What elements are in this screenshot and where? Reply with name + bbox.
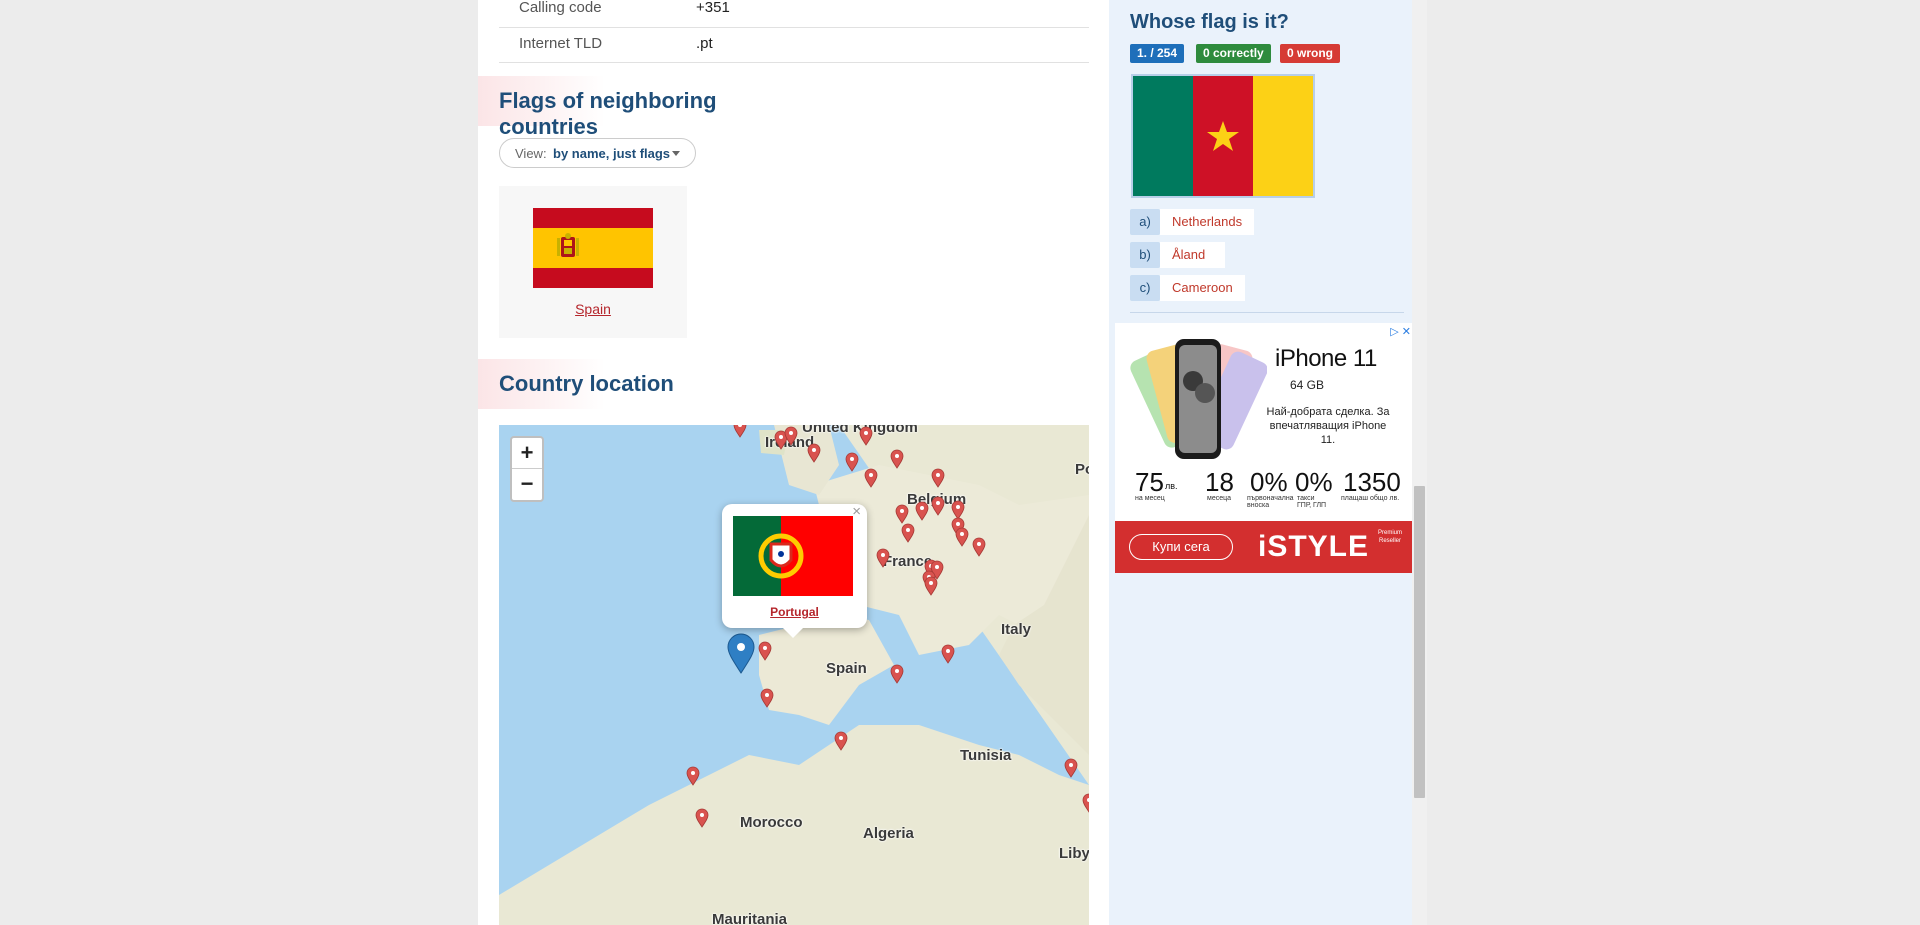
info-key: Internet TLD	[519, 35, 603, 52]
map-popup: × Portugal	[722, 503, 867, 638]
info-row-tld: Internet TLD .pt	[499, 27, 1089, 63]
map-pin-icon[interactable]	[1082, 793, 1089, 813]
ad-reseller: Premium Reseller	[1377, 530, 1402, 544]
ad-fee-note: такси ГПР, ГЛП	[1297, 495, 1327, 509]
map-pin-icon[interactable]	[760, 688, 774, 708]
ad-headline: iPhone 11	[1275, 345, 1377, 373]
info-row-calling-code: Calling code +351	[499, 0, 1089, 28]
phone-image	[1130, 339, 1267, 459]
map-pin-icon[interactable]	[758, 641, 772, 661]
map-pin-icon[interactable]	[864, 468, 878, 488]
view-dropdown[interactable]: View: by name, just flags	[499, 138, 696, 168]
ad-close-icon[interactable]: ▷ ✕	[1390, 325, 1411, 338]
map-pin-icon[interactable]	[972, 537, 986, 557]
answer-letter: a)	[1130, 209, 1160, 235]
map-pin-icon[interactable]	[931, 496, 945, 516]
map-pin-icon[interactable]	[1064, 758, 1078, 778]
map-pin-icon[interactable]	[807, 443, 821, 463]
map-pin-icon[interactable]	[955, 527, 969, 547]
section-title: Flags of neighboring countries	[499, 88, 717, 139]
map-pin-icon[interactable]	[686, 766, 700, 786]
neighbor-flag-card[interactable]: Spain	[499, 186, 687, 338]
chevron-down-icon	[672, 151, 680, 156]
ad-monthly-price: 75	[1135, 467, 1164, 497]
map-pin-icon[interactable]	[859, 426, 873, 446]
map-pin-icon[interactable]	[941, 644, 955, 664]
scrollbar-thumb[interactable]	[1414, 486, 1425, 798]
info-value: +351	[696, 0, 730, 16]
info-value: .pt	[696, 35, 713, 52]
selected-location-marker[interactable]	[726, 633, 756, 675]
ad-brand: iSTYLE	[1258, 530, 1370, 563]
ad-monthly-unit: лв.	[1165, 481, 1178, 491]
map-pin-icon[interactable]	[890, 449, 904, 469]
map-pin-icon[interactable]	[924, 576, 938, 596]
ad-cta-bar: Купи сега iSTYLE Premium Reseller	[1115, 521, 1415, 573]
divider	[1130, 312, 1404, 313]
map-pin-icon[interactable]	[845, 452, 859, 472]
map-pin-icon[interactable]	[951, 500, 965, 520]
view-label: View:	[515, 146, 547, 161]
ad-storage: 64 GB	[1290, 378, 1325, 392]
ad-down-note: първоначална вноска	[1247, 495, 1294, 509]
progress-badge: 1. / 254	[1130, 44, 1185, 63]
ad-monthly-note: на месец	[1135, 495, 1165, 502]
map-pin-icon[interactable]	[931, 468, 945, 488]
answer-letter: b)	[1130, 242, 1160, 268]
ad-down-payment: 0%	[1250, 467, 1288, 497]
sidebar: Whose flag is it? 1. / 254 0 correctly 0…	[1109, 0, 1427, 925]
map-pin-icon[interactable]	[695, 808, 709, 828]
ad-total: 1350	[1343, 467, 1401, 497]
spain-flag-icon[interactable]	[533, 208, 653, 288]
info-key: Calling code	[519, 0, 602, 16]
answer-text: Netherlands	[1160, 209, 1255, 235]
advertisement-banner[interactable]: ▷ ✕ iPhone 11 64 GB Най-добрата сделка. …	[1115, 323, 1415, 573]
map-pin-icon[interactable]	[876, 548, 890, 568]
ad-total-note: плащаш общо лв.	[1341, 495, 1400, 502]
wrong-badge: 0 wrong	[1280, 44, 1341, 63]
map-pin-icon[interactable]	[834, 731, 848, 751]
section-header-neighbors: Flags of neighboring countries	[478, 76, 770, 139]
map-pin-icon[interactable]	[895, 504, 909, 524]
correct-badge: 0 correctly	[1196, 44, 1271, 63]
ad-fee: 0%	[1295, 467, 1333, 497]
map-pins	[686, 425, 1089, 828]
answer-text: Cameroon	[1160, 275, 1245, 301]
map-pin-icon[interactable]	[784, 426, 798, 446]
ad-buy-button[interactable]: Купи сега	[1129, 534, 1233, 560]
ad-headline-text: iPhone 11	[1275, 345, 1377, 372]
ad-description: Най-добрата сделка. За впечатляващия iPh…	[1266, 406, 1390, 446]
ad-months-note: месеца	[1207, 495, 1232, 502]
close-icon[interactable]: ×	[852, 503, 861, 520]
country-map[interactable]: + − United Kingdom Ireland Belgium Franc…	[499, 425, 1089, 925]
map-pin-icon[interactable]	[901, 523, 915, 543]
neighbor-link[interactable]: Spain	[499, 301, 687, 317]
answer-text: Åland Islands	[1160, 242, 1226, 288]
portugal-flag-icon	[733, 516, 853, 596]
ad-months: 18	[1205, 467, 1234, 497]
map-pin-icon[interactable]	[915, 501, 929, 521]
scrollbar[interactable]	[1412, 0, 1427, 925]
answer-letter: c)	[1130, 275, 1160, 301]
section-header-location: Country location	[478, 359, 770, 409]
main-content: Calling code +351 Internet TLD .pt Flags…	[478, 0, 1109, 925]
quiz-title: Whose flag is it?	[1130, 11, 1289, 33]
map-pin-icon[interactable]	[890, 664, 904, 684]
quiz-flag-image	[1131, 74, 1315, 198]
section-title: Country location	[499, 371, 674, 396]
map-pin-icon[interactable]	[733, 425, 747, 438]
popup-country-link[interactable]: Portugal	[722, 605, 867, 619]
view-value: by name, just flags	[553, 146, 671, 161]
